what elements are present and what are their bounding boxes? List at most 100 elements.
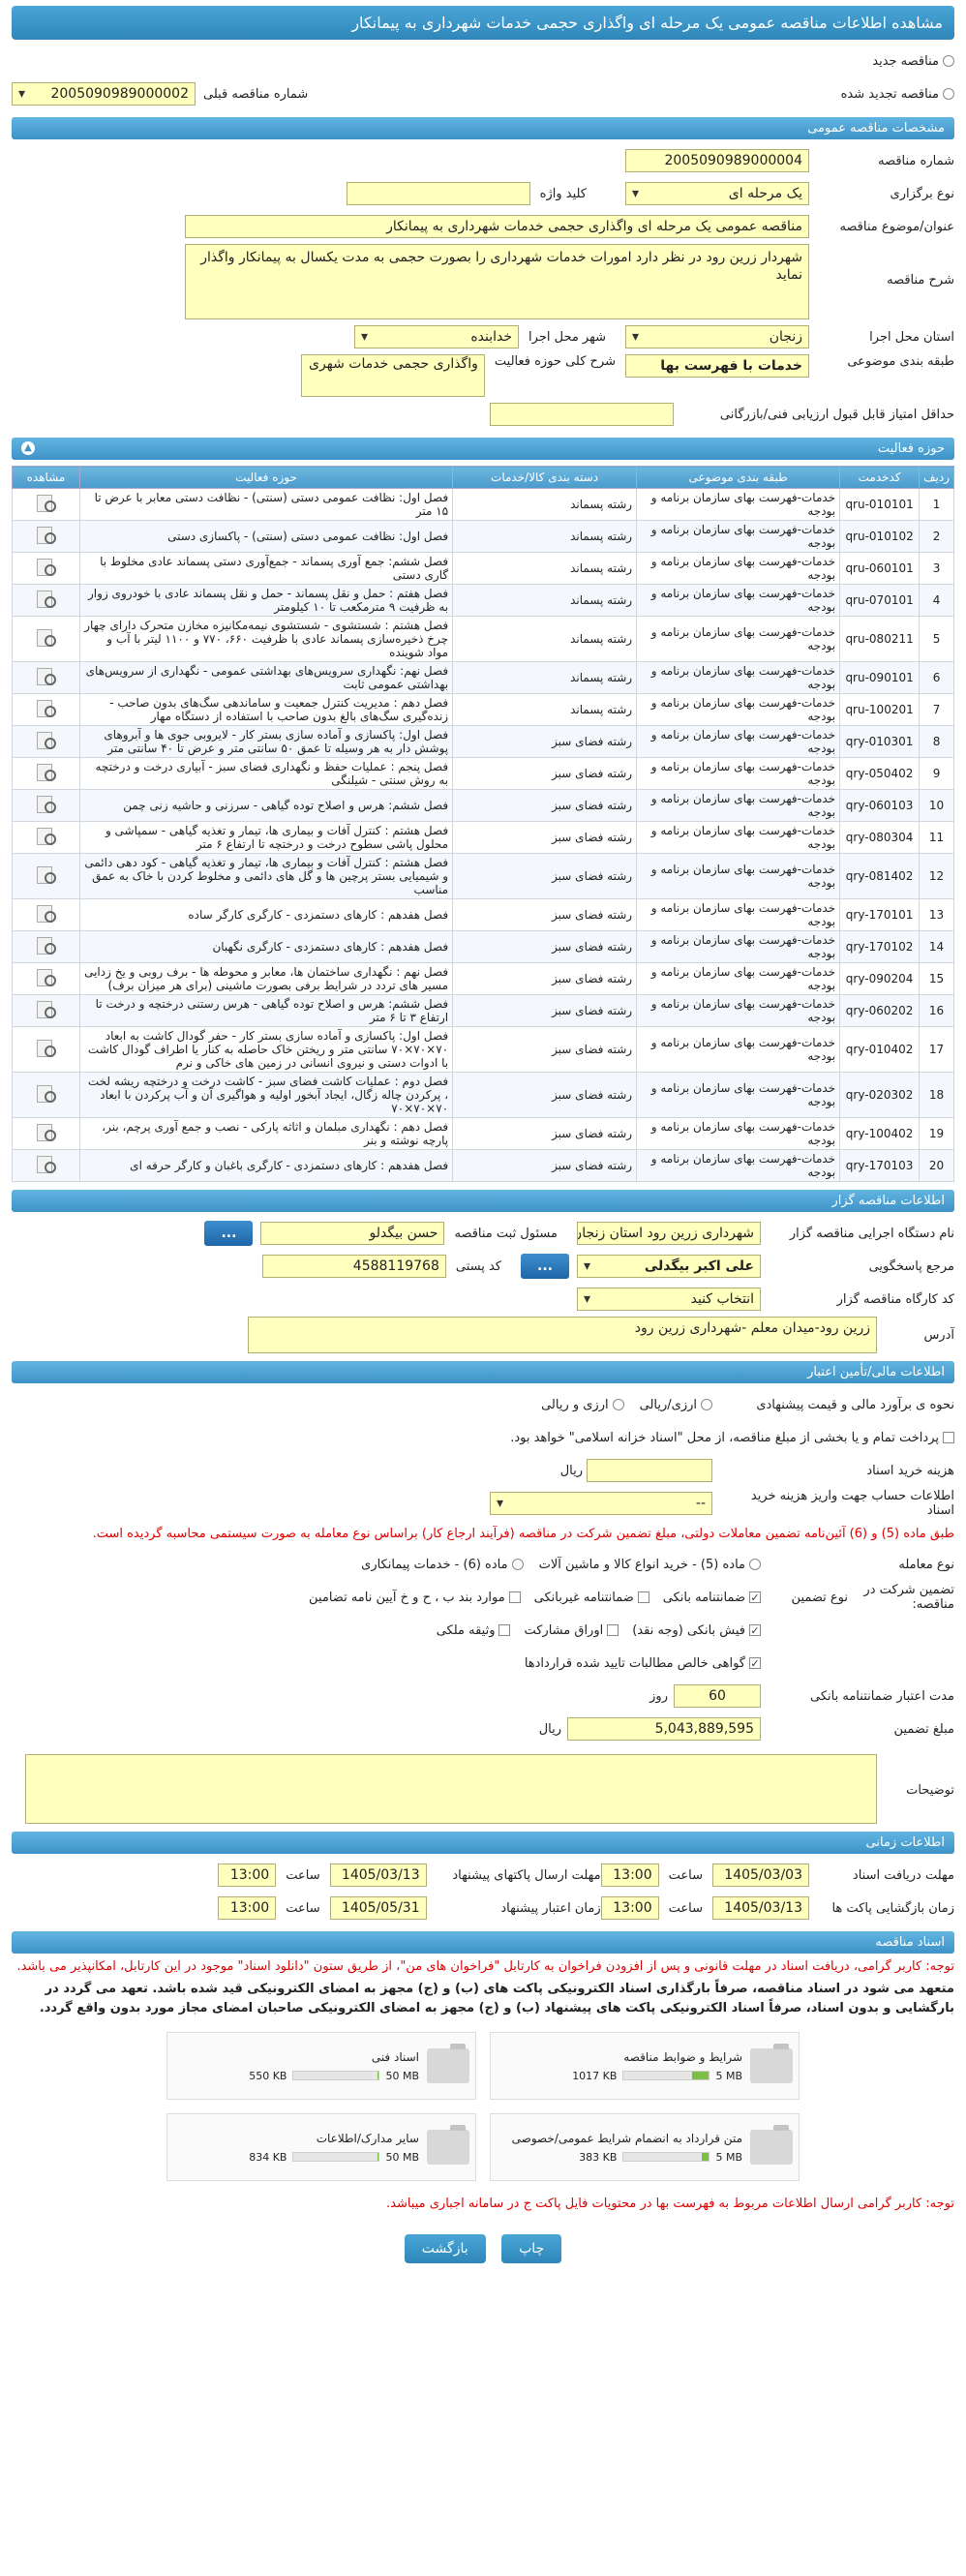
service-code-cell: qry-170101 (839, 898, 921, 931)
view-icon[interactable] (35, 493, 58, 514)
officer-field[interactable]: حسن بیگدلو (260, 1222, 445, 1245)
collapse-icon[interactable]: ▲ (21, 441, 35, 455)
table-row: 9 qry-050402 خدمات-فهرست بهای سازمان برنام… (12, 757, 954, 790)
keyword-field[interactable] (346, 182, 530, 205)
view-icon[interactable] (35, 967, 58, 988)
officer-more-button[interactable]: ... (204, 1221, 254, 1246)
doc-receive-date-field[interactable]: 1405/03/03 (712, 1864, 809, 1887)
claims-checkbox[interactable]: گواهی خالص مطالبات تایید شده قراردادها (525, 1656, 761, 1671)
print-button[interactable]: چاپ (501, 2234, 562, 2263)
view-cell (12, 1117, 80, 1150)
view-icon[interactable] (35, 762, 58, 783)
view-icon[interactable] (35, 627, 58, 649)
cash-receipt-checkbox[interactable]: فیش بانکی (وجه نقد) (632, 1623, 761, 1638)
fx-radio[interactable]: ارزی و ریالی (541, 1398, 624, 1412)
view-icon[interactable] (35, 1122, 58, 1143)
scope-field[interactable]: واگذاری حجمی خدمات شهری (300, 354, 485, 397)
activity-cell: فصل هفتم : حمل و نقل پسماند - حمل و نقل … (78, 584, 454, 617)
validity-days-field[interactable]: 60 (674, 1684, 761, 1708)
table-row: 3 qru-060101 خدمات-فهرست بهای سازمان برنام… (12, 552, 954, 585)
document-card[interactable]: شرایط و ضوابط مناقصه 1017 KB 5 MB (490, 2032, 800, 2100)
doc-receive-time-field[interactable]: 13:00 (600, 1864, 659, 1887)
table-row: 13 qry-170101 خدمات-فهرست بهای سازمان برنا… (12, 898, 954, 931)
view-icon[interactable] (35, 666, 58, 687)
description-field[interactable]: شهردار زرین رود در نظر دارد امورات خدمات… (185, 244, 809, 319)
view-icon[interactable] (35, 864, 58, 886)
property-checkbox[interactable]: وثیقه ملکی (437, 1623, 511, 1638)
group-cell: رشته فضای سبز (452, 821, 638, 854)
view-icon[interactable] (35, 935, 58, 956)
validity-date-field[interactable]: 1405/05/31 (329, 1896, 427, 1920)
view-icon[interactable] (35, 1038, 58, 1059)
view-cell (12, 616, 80, 662)
document-card[interactable]: سایر مدارک/اطلاعات 834 KB 50 MB (166, 2113, 476, 2181)
view-icon[interactable] (35, 794, 58, 815)
offer-send-date-field[interactable]: 1405/03/13 (329, 1864, 427, 1887)
document-card[interactable]: متن قرارداد به انضمام شرایط عمومی/خصوصی 3… (490, 2113, 800, 2181)
view-icon[interactable] (35, 525, 58, 546)
document-title: متن قرارداد به انضمام شرایط عمومی/خصوصی (511, 2131, 742, 2145)
organizer-name-field[interactable]: شهرداری زرین رود استان زنجان (577, 1222, 761, 1245)
view-icon[interactable] (35, 1154, 58, 1175)
province-select[interactable]: زنجان (625, 325, 809, 349)
renewed-tender-radio[interactable]: مناقصه تجدید شده (841, 87, 954, 102)
nonbank-guarantee-checkbox[interactable]: ضمانتنامه غیربانکی (534, 1591, 649, 1605)
notes-field[interactable] (25, 1754, 877, 1824)
opening-date-field[interactable]: 1405/03/13 (712, 1896, 809, 1920)
previous-number-select[interactable]: 2005090989000002 (12, 82, 196, 106)
document-used-size: 834 KB (249, 2150, 287, 2164)
view-icon[interactable] (35, 999, 58, 1020)
table-row: 7 qru-100201 خدمات-فهرست بهای سازمان برنام… (12, 693, 954, 726)
tender-type-select[interactable]: یک مرحله ای (625, 182, 809, 205)
new-tender-radio[interactable]: مناقصه جدید (872, 54, 954, 69)
city-select[interactable]: خدابنده (354, 325, 520, 349)
account-select[interactable]: -- (490, 1492, 712, 1515)
deal-type-5-radio[interactable]: ماده (5) - خرید انواع کالا و ماشین آلات (539, 1558, 761, 1572)
view-icon[interactable] (35, 589, 58, 610)
bank-guarantee-checkbox[interactable]: ضمانتنامه بانکی (663, 1591, 761, 1605)
activity-cell: فصل اول: پاکسازی و آماده سازی بستر کار -… (78, 725, 454, 758)
row-number-cell: 9 (919, 757, 954, 790)
guarantee-amount-field[interactable]: 5,043,889,595 (567, 1717, 761, 1741)
activity-cell: فصل پنجم : عملیات حفظ و نگهداری فضای سبز… (78, 757, 454, 790)
category-cell: خدمات-فهرست بهای سازمان برنامه و بودجه (636, 1026, 841, 1073)
deal-type-6-radio[interactable]: ماده (6) - خدمات پیمانکاری (361, 1558, 524, 1572)
view-icon[interactable] (35, 698, 58, 719)
min-score-field[interactable] (490, 403, 674, 426)
view-icon[interactable] (35, 1083, 58, 1105)
service-code-cell: qry-060103 (839, 789, 921, 822)
bonds-checkbox[interactable]: اوراق مشارکت (524, 1623, 619, 1638)
clause-guarantee-checkbox[interactable]: موارد بند ب ، ح و خ آیین نامه تضامین (309, 1591, 521, 1605)
category-field[interactable]: خدمات با فهرست بها (625, 354, 809, 378)
responder-select[interactable]: علی اکبر بیگدلی (577, 1255, 761, 1278)
category-cell: خدمات-فهرست بهای سازمان برنامه و بودجه (636, 821, 841, 854)
tender-number-field[interactable]: 2005090989000004 (625, 149, 809, 172)
validity-time-field[interactable]: 13:00 (218, 1896, 277, 1920)
organizer-section-header: اطلاعات مناقصه گزار (12, 1190, 954, 1212)
rial-radio[interactable]: ارزی/ریالی (640, 1398, 712, 1412)
view-icon[interactable] (35, 903, 58, 924)
row-number-cell: 18 (919, 1072, 954, 1118)
activity-cell: فصل ششم: جمع آوری پسماند - جمع‌آوری دستی… (78, 552, 454, 585)
view-icon[interactable] (35, 826, 58, 847)
treasury-checkbox[interactable]: پرداخت تمام و یا بخشی از مبلغ مناقصه، از… (510, 1431, 954, 1445)
address-field[interactable]: زرین رود-میدان معلم -شهرداری زرین رود (248, 1317, 877, 1353)
doc-cost-field[interactable] (587, 1459, 712, 1482)
view-icon[interactable] (35, 557, 58, 578)
row-number-cell: 2 (919, 520, 954, 553)
opening-time-field[interactable]: 13:00 (600, 1896, 659, 1920)
service-code-cell: qry-081402 (839, 853, 921, 899)
row-number-cell: 13 (919, 898, 954, 931)
workshop-select[interactable]: انتخاب کنید (577, 1288, 761, 1311)
postal-code-field[interactable]: 4588119768 (261, 1255, 446, 1278)
subject-field[interactable]: مناقصه عمومی یک مرحله ای واگذاری حجمی خد… (185, 215, 809, 238)
back-button[interactable]: بازگشت (404, 2234, 486, 2263)
general-section-header: مشخصات مناقصه عمومی (12, 117, 954, 139)
table-row: 8 qry-010301 خدمات-فهرست بهای سازمان برنام… (12, 725, 954, 758)
offer-send-time-field[interactable]: 13:00 (218, 1864, 277, 1887)
document-card[interactable]: اسناد فنی 550 KB 50 MB (166, 2032, 476, 2100)
responder-more-button[interactable]: ... (521, 1254, 569, 1279)
row-number-cell: 19 (919, 1117, 954, 1150)
activity-cell: فصل هفدهم : کارهای دستمزدی - کارگری باغب… (78, 1149, 454, 1182)
view-icon[interactable] (35, 730, 58, 751)
